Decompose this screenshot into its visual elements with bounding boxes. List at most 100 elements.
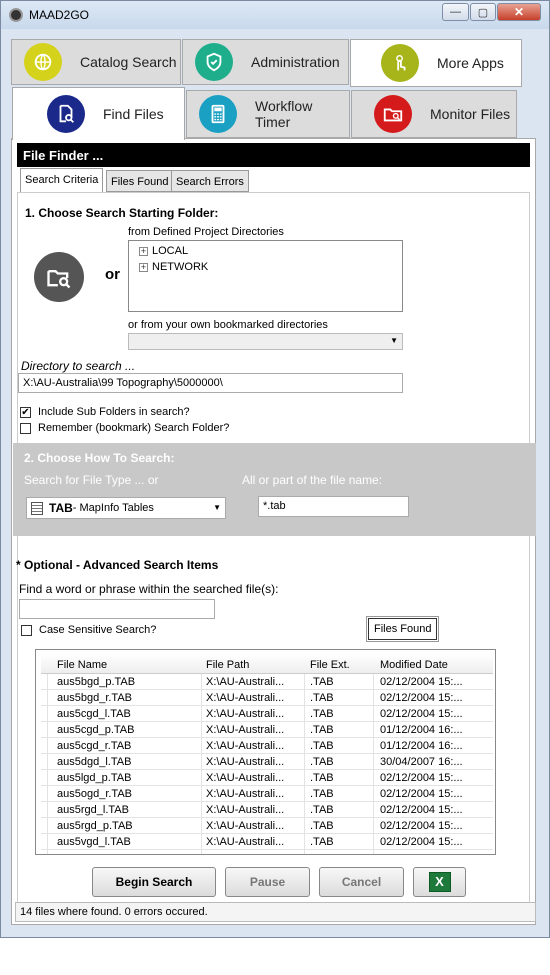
- column-header[interactable]: File Path: [206, 659, 249, 671]
- table-row[interactable]: aus5vgd_l.TAB X:\AU-Australi... .TAB 02/12/…: [41, 834, 493, 850]
- column-header[interactable]: File Ext.: [310, 659, 350, 671]
- include-subfolders-checkbox[interactable]: ✔ Include Sub Folders in search?: [20, 406, 190, 418]
- table-row[interactable]: aus5bgd_p.TAB X:\AU-Australi... .TAB 02/12/…: [41, 674, 493, 690]
- directory-input[interactable]: X:\AU-Australia\99 Topography\5000000\: [18, 373, 403, 393]
- table-cell: aus5bgd_r.TAB: [57, 692, 133, 704]
- table-cell: aus5cgd_l.TAB: [57, 708, 131, 720]
- table-row[interactable]: aus5cgd_l.TAB X:\AU-Australi... .TAB 02/12/…: [41, 706, 493, 722]
- folder-search-icon[interactable]: [34, 252, 84, 302]
- table-cell: .TAB: [310, 724, 334, 736]
- tab-more-apps[interactable]: More Apps: [350, 39, 522, 87]
- file-type-dropdown[interactable]: TAB - MapInfo Tables ▼: [26, 497, 226, 519]
- table-cell: 02/12/2004 15:...: [380, 820, 463, 832]
- project-directory-tree[interactable]: + LOCAL + NETWORK: [128, 240, 403, 312]
- table-cell: 02/12/2004 15:...: [380, 692, 463, 704]
- case-sensitive-checkbox[interactable]: Case Sensitive Search?: [21, 624, 156, 636]
- remember-folder-checkbox[interactable]: Remember (bookmark) Search Folder?: [20, 422, 229, 434]
- table-cell: .TAB: [310, 804, 334, 816]
- file-type-code: TAB: [49, 501, 73, 515]
- subtab-search-criteria[interactable]: Search Criteria: [20, 168, 104, 193]
- table-cell: aus5bgd_p.TAB: [57, 676, 136, 688]
- table-cell: aus5rgd_l.TAB: [57, 804, 129, 816]
- files-found-grid[interactable]: File Name File Path File Ext. Modified D…: [35, 649, 496, 855]
- table-cell: .TAB: [310, 708, 334, 720]
- table-row[interactable]: aus5ogd_r.TAB X:\AU-Australi... .TAB 02/12/…: [41, 786, 493, 802]
- section1-title: 1. Choose Search Starting Folder:: [25, 206, 219, 220]
- column-header[interactable]: File Name: [57, 659, 107, 671]
- table-row[interactable]: aus5cgd_p.TAB X:\AU-Australi... .TAB 01/12/…: [41, 722, 493, 738]
- table-cell: aus5cgd_p.TAB: [57, 724, 135, 736]
- tree-item-local[interactable]: + LOCAL: [139, 245, 188, 257]
- table-cell: aus5lgd_p.TAB: [57, 772, 132, 784]
- table-cell: 02/12/2004 15:...: [380, 708, 463, 720]
- tree-item-label: NETWORK: [152, 261, 209, 273]
- table-cell: X:\AU-Australi...: [206, 756, 285, 768]
- table-cell: aus5dgd_l.TAB: [57, 756, 132, 768]
- optional-title: * Optional - Advanced Search Items: [16, 558, 219, 572]
- table-cell: .TAB: [310, 756, 334, 768]
- phrase-label: Find a word or phrase within the searche…: [19, 582, 279, 596]
- tab-administration[interactable]: Administration: [182, 39, 349, 85]
- include-subfolders-label: Include Sub Folders in search?: [38, 406, 190, 418]
- table-cell: aus5vgd_l.TAB: [57, 836, 131, 848]
- table-row[interactable]: aus5rgd_p.TAB X:\AU-Australi... .TAB 02/12/…: [41, 818, 493, 834]
- tab-workflow-timer[interactable]: Workflow Timer: [186, 90, 350, 138]
- phrase-input[interactable]: [19, 599, 215, 619]
- touch-icon: [381, 44, 419, 82]
- bookmark-dropdown[interactable]: ▼: [128, 333, 403, 350]
- table-cell: X:\AU-Australi...: [206, 676, 285, 688]
- table-cell: X:\AU-Australi...: [206, 804, 285, 816]
- tab-label: Workflow Timer: [255, 98, 313, 130]
- table-cell: .TAB: [310, 788, 334, 800]
- table-row[interactable]: aus5lgd_p.TAB X:\AU-Australi... .TAB 02/12/…: [41, 770, 493, 786]
- cancel-button[interactable]: Cancel: [319, 867, 404, 897]
- directory-label: Directory to search ...: [21, 359, 136, 373]
- tab-monitor-files[interactable]: Monitor Files: [351, 90, 517, 138]
- file-name-input[interactable]: *.tab: [258, 496, 409, 517]
- subtab-search-errors[interactable]: Search Errors: [171, 170, 249, 192]
- table-cell: X:\AU-Australi...: [206, 788, 285, 800]
- export-excel-button[interactable]: X: [413, 867, 466, 897]
- search-criteria-page: 1. Choose Search Starting Folder: or fro…: [13, 192, 536, 921]
- table-row[interactable]: aus5rgd_l.TAB X:\AU-Australi... .TAB 02/12/…: [41, 802, 493, 818]
- app-window: MAAD2GO — ▢ ✕ Catalog Search Administrat…: [0, 0, 550, 938]
- tab-label: Find Files: [103, 106, 164, 122]
- window-title: MAAD2GO: [29, 8, 90, 22]
- table-cell: 02/12/2004 15:...: [380, 804, 463, 816]
- remember-folder-label: Remember (bookmark) Search Folder?: [38, 422, 230, 434]
- pause-button[interactable]: Pause: [225, 867, 310, 897]
- file-name-label: All or part of the file name:: [242, 473, 383, 487]
- table-row[interactable]: aus5dgd_l.TAB X:\AU-Australi... .TAB 30/04/…: [41, 754, 493, 770]
- column-header[interactable]: Modified Date: [380, 659, 448, 671]
- table-cell: aus5ogd_r.TAB: [57, 788, 133, 800]
- table-row[interactable]: aus5bgd_r.TAB X:\AU-Australi... .TAB 02/12/…: [41, 690, 493, 706]
- maximize-button[interactable]: ▢: [470, 3, 496, 21]
- table-cell: X:\AU-Australi...: [206, 772, 285, 784]
- section2-title: 2. Choose How To Search:: [24, 451, 175, 465]
- close-button[interactable]: ✕: [497, 3, 541, 21]
- table-cell: 02/12/2004 15:...: [380, 676, 463, 688]
- table-cell: X:\AU-Australi...: [206, 724, 285, 736]
- tab-find-files[interactable]: Find Files: [12, 87, 185, 140]
- expand-icon[interactable]: +: [139, 262, 148, 272]
- folder-search-icon: [374, 95, 412, 133]
- shield-check-icon: [195, 43, 233, 81]
- table-cell: X:\AU-Australi...: [206, 820, 285, 832]
- title-bar: MAAD2GO — ▢ ✕: [1, 1, 549, 29]
- tree-item-label: LOCAL: [152, 245, 189, 257]
- bookmark-label: or from your own bookmarked directories: [128, 319, 328, 331]
- table-row[interactable]: aus5cgd_r.TAB X:\AU-Australi... .TAB 01/12/…: [41, 738, 493, 754]
- subtab-files-found[interactable]: Files Found: [106, 170, 174, 192]
- case-sensitive-label: Case Sensitive Search?: [39, 624, 157, 636]
- file-finder-panel: File Finder ... Search Criteria Files Fo…: [11, 138, 536, 925]
- file-type-desc: - MapInfo Tables: [72, 502, 154, 514]
- calculator-icon: [199, 95, 237, 133]
- tab-catalog-search[interactable]: Catalog Search: [11, 39, 181, 85]
- tree-item-network[interactable]: + NETWORK: [139, 261, 208, 273]
- or-label: or: [105, 266, 120, 283]
- expand-icon[interactable]: +: [139, 246, 148, 256]
- table-cell: X:\AU-Australi...: [206, 740, 285, 752]
- begin-search-button[interactable]: Begin Search: [92, 867, 216, 897]
- minimize-button[interactable]: —: [442, 3, 469, 21]
- table-cell: .TAB: [310, 740, 334, 752]
